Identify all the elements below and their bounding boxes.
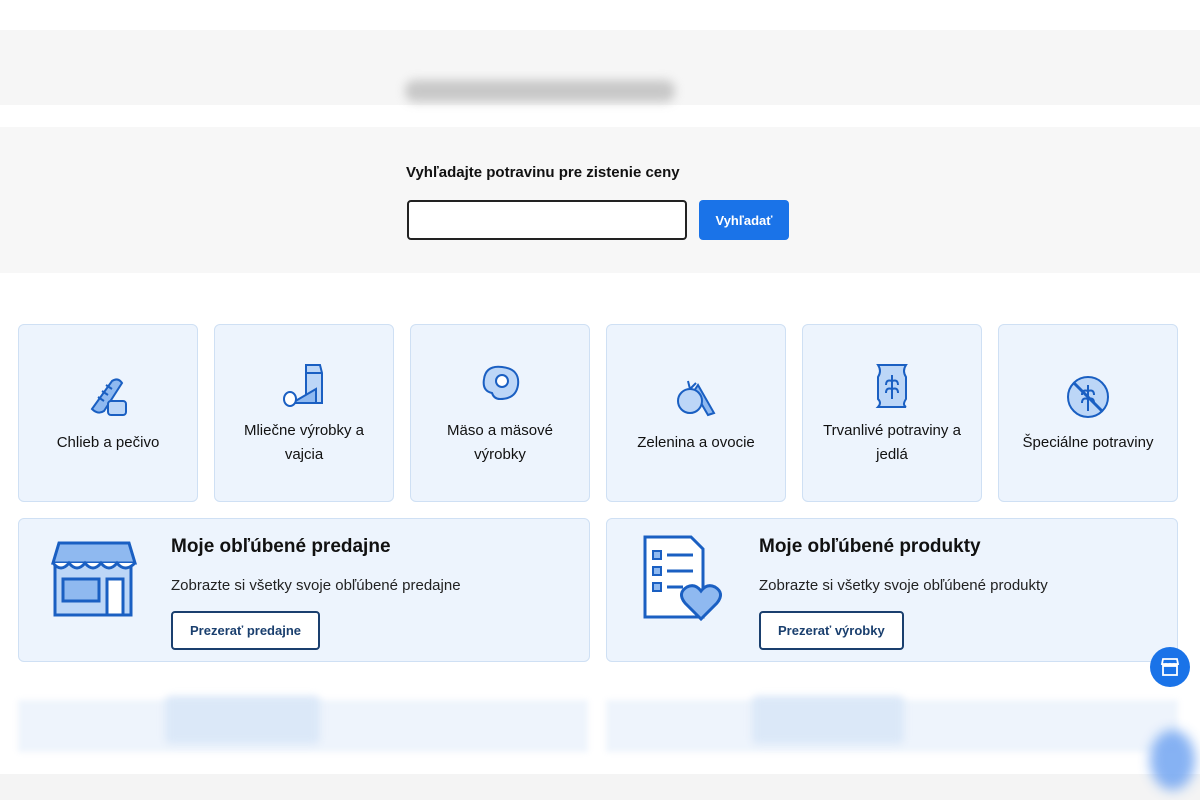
heart-list-icon [643, 535, 722, 622]
store-icon [1160, 658, 1180, 676]
blurred-button [752, 696, 904, 744]
floating-store-button[interactable] [1150, 647, 1190, 687]
search-button[interactable]: Vyhľadať [699, 200, 789, 240]
category-bread[interactable]: Chlieb a pečivo [18, 324, 198, 502]
category-dry-goods[interactable]: Trvanlivé potraviny a jedlá [802, 324, 982, 502]
category-label: Trvanlivé potraviny a jedlá [823, 422, 961, 463]
view-stores-button[interactable]: Prezerať predajne [171, 611, 321, 650]
blurred-button [165, 696, 320, 744]
category-dairy[interactable]: Mliečne výrobky a vajcia [214, 324, 394, 502]
blurred-chat-button [1150, 730, 1195, 790]
favorite-products-card: Moje obľúbené produkty Zobrazte si všetk… [606, 518, 1178, 662]
favorite-stores-card: Moje obľúbené predajne Zobrazte si všetk… [18, 518, 590, 662]
header-blurred [0, 0, 1200, 105]
search-input[interactable] [407, 200, 687, 240]
bread-icon [90, 378, 127, 416]
category-vegetables[interactable]: Zelenina a ovocie [606, 324, 786, 502]
category-special[interactable]: Špeciálne potraviny [998, 324, 1178, 502]
grain-sack-icon [875, 364, 908, 408]
gluten-free-icon [1067, 376, 1109, 418]
vegetables-icon [677, 380, 716, 417]
category-meat[interactable]: Mäso a mäsové výrobky [410, 324, 590, 502]
category-label: Chlieb a pečivo [56, 434, 160, 451]
favorite-products-title: Moje obľúbené produkty [759, 536, 981, 557]
search-title: Vyhľadajte potravinu pre zistenie ceny [406, 164, 680, 181]
favorite-stores-title: Moje obľúbené predajne [171, 536, 391, 557]
category-label: Zelenina a ovocie [637, 434, 755, 451]
category-label: Mliečne výrobky a vajcia [243, 422, 365, 463]
meat-icon [482, 365, 520, 401]
view-products-button[interactable]: Prezerať výrobky [759, 611, 904, 650]
favorite-stores-text: Zobrazte si všetky svoje obľúbené predaj… [171, 577, 461, 594]
category-label: Špeciálne potraviny [1022, 434, 1154, 451]
category-label: Mäso a mäsové výrobky [447, 422, 553, 463]
favorite-products-text: Zobrazte si všetky svoje obľúbené produk… [759, 577, 1048, 594]
blurred-logo [405, 80, 675, 102]
dairy-icon [283, 364, 323, 407]
store-icon [50, 541, 138, 617]
